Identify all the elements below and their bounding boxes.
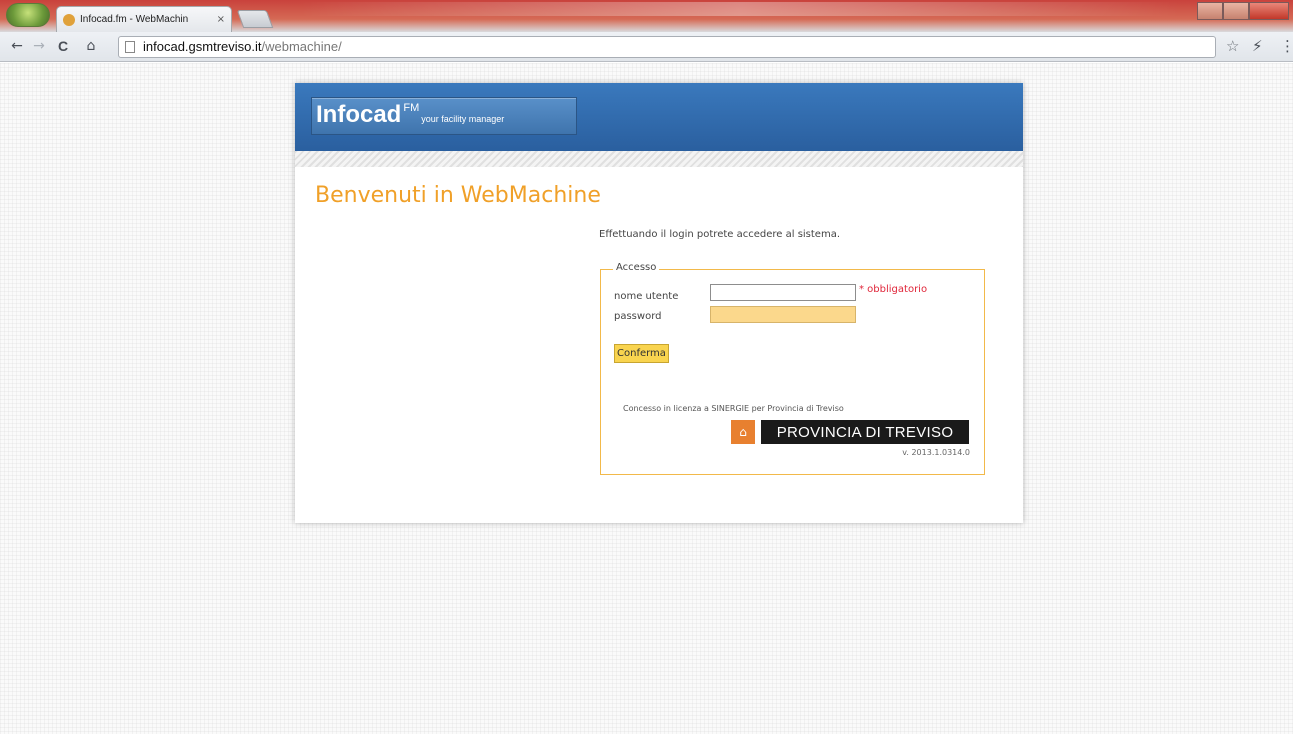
- minimize-button[interactable]: [1197, 2, 1223, 20]
- page-viewport: Infocad FM your facility manager Benvenu…: [0, 63, 1293, 734]
- logo-sup: FM: [403, 102, 420, 114]
- browser-tab[interactable]: Infocad.fm - WebMachin ×: [56, 6, 232, 32]
- intro-text: Effettuando il login potrete accedere al…: [599, 229, 841, 240]
- username-label: nome utente: [614, 291, 679, 302]
- version-text: v. 2013.1.0314.0: [902, 448, 970, 457]
- logo-main: Infocad: [316, 101, 402, 128]
- url-path: /webmachine/: [261, 39, 342, 54]
- browser-titlebar: Infocad.fm - WebMachin ×: [0, 0, 1293, 32]
- tab-title: Infocad.fm - WebMachin: [80, 14, 189, 25]
- license-text: Concesso in licenza a SINERGIE per Provi…: [623, 404, 844, 413]
- province-banner-text: PROVINCIA DI TREVISO: [776, 423, 954, 441]
- tab-favicon-icon: [63, 13, 75, 26]
- forward-icon[interactable]: →: [30, 38, 48, 54]
- back-icon[interactable]: ←: [8, 38, 26, 54]
- titlebar-shine: [300, 2, 1180, 16]
- home-icon[interactable]: ⌂: [82, 38, 100, 54]
- url-host: infocad.gsmtreviso.it: [143, 39, 262, 54]
- required-note: * obbligatorio: [859, 284, 928, 295]
- browser-toolbar: ← → C ⌂ infocad.gsmtreviso.it/webmachine…: [0, 32, 1293, 62]
- maximize-button[interactable]: [1223, 2, 1249, 20]
- address-bar[interactable]: infocad.gsmtreviso.it/webmachine/: [118, 36, 1216, 58]
- close-window-button[interactable]: [1249, 2, 1289, 20]
- tab-close-icon[interactable]: ×: [217, 14, 225, 25]
- username-field[interactable]: [710, 284, 856, 301]
- reload-icon[interactable]: C: [54, 38, 72, 54]
- header-divider: [295, 151, 1023, 167]
- window-controls: [1197, 2, 1289, 20]
- login-fieldset: Accesso nome utente * obbligatorio passw…: [600, 262, 985, 475]
- card-header: Infocad FM your facility manager: [295, 83, 1023, 151]
- confirm-button[interactable]: Conferma: [614, 344, 669, 363]
- menu-icon[interactable]: ⋮: [1280, 37, 1293, 55]
- page-icon: [125, 41, 135, 53]
- app-orb-icon[interactable]: [6, 3, 50, 27]
- star-icon[interactable]: ☆: [1226, 37, 1239, 55]
- logo-tagline: your facility manager: [421, 114, 505, 124]
- page-title: Benvenuti in WebMachine: [315, 183, 601, 208]
- new-tab-button[interactable]: [236, 10, 274, 28]
- password-field[interactable]: [710, 306, 856, 323]
- extension-icon[interactable]: ⚡: [1252, 37, 1263, 55]
- infocad-logo: Infocad FM your facility manager: [311, 97, 577, 135]
- password-label: password: [614, 311, 662, 322]
- province-banner: ⌂ PROVINCIA DI TREVISO: [731, 420, 969, 444]
- fieldset-legend: Accesso: [613, 262, 660, 273]
- province-emblem-icon: ⌂: [731, 420, 755, 444]
- login-card: Infocad FM your facility manager Benvenu…: [295, 83, 1023, 523]
